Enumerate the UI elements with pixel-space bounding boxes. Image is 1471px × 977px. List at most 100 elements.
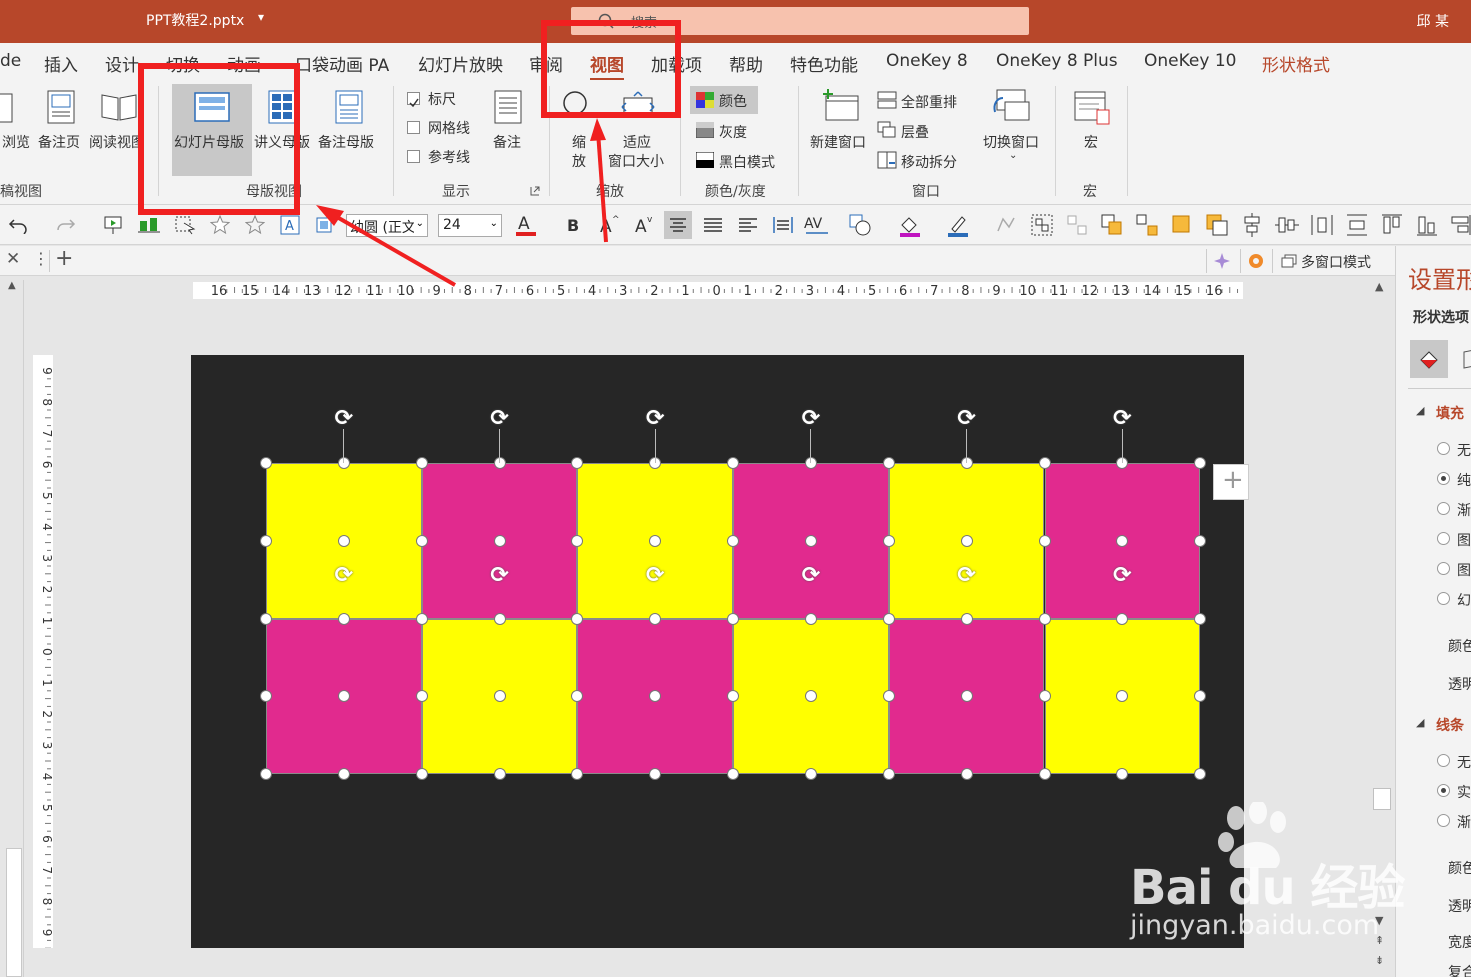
resize-handle[interactable] xyxy=(337,612,350,625)
line-none-radio[interactable] xyxy=(1437,754,1450,767)
rotate-handle-icon[interactable]: ⟳ xyxy=(334,564,354,586)
scroll-thumb[interactable] xyxy=(1373,788,1391,810)
notes-button[interactable]: 备注 xyxy=(493,132,521,152)
close-icon[interactable]: ✕ xyxy=(6,249,20,269)
gridlines-checkbox[interactable] xyxy=(407,121,420,134)
distribute-icon[interactable] xyxy=(772,215,794,235)
resize-handle[interactable] xyxy=(804,768,817,780)
dialog-launcher-icon[interactable] xyxy=(530,186,540,196)
resize-handle[interactable] xyxy=(1194,690,1207,703)
move-split-button[interactable]: 移动拆分 xyxy=(901,152,957,172)
rotate-handle-icon[interactable]: ⟳ xyxy=(801,564,821,586)
rotate-handle-icon[interactable]: ⟳ xyxy=(1112,564,1132,586)
file-name[interactable]: PPT教程2.pptx xyxy=(146,10,244,30)
thumbnail-scrollbar[interactable]: ▲ xyxy=(4,280,24,977)
zoom-button[interactable]: 缩 xyxy=(572,132,586,152)
undo-icon[interactable] xyxy=(8,216,28,234)
resize-handle[interactable] xyxy=(727,768,740,780)
shape-options-tab[interactable]: 形状选项 xyxy=(1413,307,1469,327)
resize-handle[interactable] xyxy=(882,457,895,469)
character-spacing-icon[interactable]: AV xyxy=(804,213,834,237)
scroll-thumb[interactable] xyxy=(6,848,22,977)
distribute-horizontal-icon[interactable] xyxy=(1310,213,1334,237)
notes-master-button[interactable]: 备注母版 xyxy=(318,132,374,152)
bold-icon[interactable]: B xyxy=(565,215,583,235)
line-solid-radio[interactable] xyxy=(1437,784,1450,797)
prev-slide-icon[interactable]: ⇞ xyxy=(1375,934,1384,947)
scroll-up-icon[interactable]: ▲ xyxy=(8,280,16,291)
distribute-vertical-icon[interactable] xyxy=(1345,213,1369,237)
outline-color-icon[interactable] xyxy=(946,213,970,237)
select-icon[interactable] xyxy=(174,215,196,235)
tab-design[interactable]: 设计 xyxy=(105,51,139,76)
rotate-handle-icon[interactable]: ⟳ xyxy=(334,408,354,430)
align-bottom-edge-icon[interactable] xyxy=(1415,213,1439,237)
fill-line-tab[interactable] xyxy=(1410,340,1448,378)
textbox-icon[interactable]: A xyxy=(280,215,300,235)
resize-handle[interactable] xyxy=(1194,457,1207,469)
line-collapse-icon[interactable]: ◢ xyxy=(1416,716,1424,729)
align-vcenter-icon[interactable] xyxy=(1275,213,1299,237)
scroll-down-icon[interactable]: ▼ xyxy=(1375,914,1383,927)
resize-handle[interactable] xyxy=(415,690,428,703)
fill-slide-bg-radio[interactable] xyxy=(1437,592,1450,605)
resize-handle[interactable] xyxy=(493,612,506,625)
resize-handle[interactable] xyxy=(415,457,428,469)
resize-handle[interactable] xyxy=(1194,612,1207,625)
add-tab-icon[interactable]: + xyxy=(55,246,73,271)
rotate-handle-icon[interactable]: ⟳ xyxy=(645,408,665,430)
more-options-icon[interactable]: ⋮ xyxy=(33,249,49,268)
reading-view-button[interactable]: 阅读视图 xyxy=(89,132,145,152)
resize-handle[interactable] xyxy=(1038,612,1051,625)
resize-handle[interactable] xyxy=(882,690,895,703)
resize-handle[interactable] xyxy=(960,534,973,547)
new-window-button[interactable]: 新建窗口 xyxy=(810,132,866,152)
resize-handle[interactable] xyxy=(1038,457,1051,469)
fill-none-radio[interactable] xyxy=(1437,442,1450,455)
fill-color-icon[interactable] xyxy=(898,213,922,237)
fit-window-button-line2[interactable]: 窗口大小 xyxy=(608,151,664,171)
resize-handle[interactable] xyxy=(882,534,895,547)
align-top-icon[interactable] xyxy=(1380,213,1404,237)
crop-frame-icon[interactable] xyxy=(314,215,334,235)
fill-solid-radio[interactable] xyxy=(1437,472,1450,485)
filename-dropdown-icon[interactable]: ▾ xyxy=(258,10,264,24)
resize-handle[interactable] xyxy=(260,534,272,547)
fill-pattern-radio[interactable] xyxy=(1437,562,1450,575)
send-backward-icon[interactable] xyxy=(1205,213,1229,237)
edit-points-icon[interactable] xyxy=(995,215,1017,235)
cascade-button[interactable]: 层叠 xyxy=(901,122,929,142)
align-bottom-icon[interactable] xyxy=(138,215,160,235)
decrease-font-icon[interactable]: Av xyxy=(633,213,657,237)
slideshow-icon[interactable] xyxy=(103,215,123,235)
resize-handle[interactable] xyxy=(415,612,428,625)
browse-button[interactable]: 浏览 xyxy=(2,132,30,152)
notes-page-button[interactable]: 备注页 xyxy=(38,132,80,152)
resize-handle[interactable] xyxy=(960,690,973,703)
tab-insert[interactable]: 插入 xyxy=(44,51,78,76)
star-outline-icon[interactable] xyxy=(245,215,265,235)
macros-button[interactable]: 宏 xyxy=(1084,132,1098,152)
align-middle-icon[interactable] xyxy=(1240,213,1264,237)
line-gradient-radio[interactable] xyxy=(1437,814,1450,827)
effects-tab-icon[interactable] xyxy=(1462,348,1471,370)
black-white-button[interactable]: 黑白模式 xyxy=(719,152,775,172)
resize-handle[interactable] xyxy=(337,768,350,780)
fill-picture-radio[interactable] xyxy=(1437,532,1450,545)
fill-collapse-icon[interactable]: ◢ xyxy=(1416,404,1424,417)
bring-to-front-icon[interactable] xyxy=(1170,213,1194,237)
switch-window-dropdown-icon[interactable]: ⌄ xyxy=(1009,150,1017,161)
resize-handle[interactable] xyxy=(1038,534,1051,547)
tab-home[interactable]: de xyxy=(0,51,21,71)
resize-handle[interactable] xyxy=(260,457,272,469)
resize-handle[interactable] xyxy=(493,768,506,780)
scroll-up-icon[interactable]: ▲ xyxy=(1375,280,1383,293)
rotate-handle-icon[interactable]: ⟳ xyxy=(1112,408,1132,430)
rotate-handle-icon[interactable]: ⟳ xyxy=(490,564,510,586)
user-name[interactable]: 邱 某 xyxy=(1417,11,1449,31)
tab-slideshow[interactable]: 幻灯片放映 xyxy=(418,51,503,76)
resize-handle[interactable] xyxy=(337,534,350,547)
add-element-button[interactable]: + xyxy=(1213,464,1249,500)
multiwindow-button[interactable]: 多窗口模式 xyxy=(1272,249,1392,273)
tab-onekey8[interactable]: OneKey 8 xyxy=(886,51,968,71)
